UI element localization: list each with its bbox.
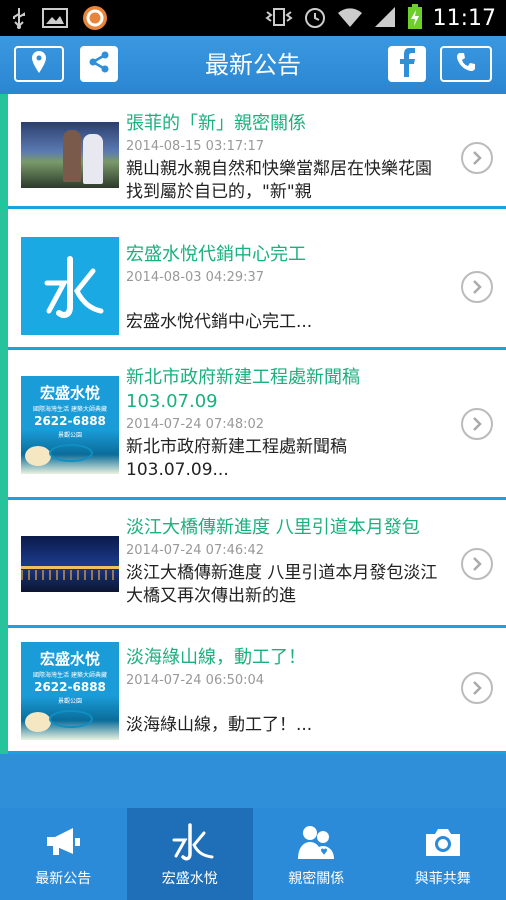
news-title: 淡海綠山線，動工了！ (126, 647, 306, 668)
bottom-tab-bar: 最新公告 宏盛水悅 親密關係 與菲共舞 (0, 808, 506, 900)
app-notification-icon (82, 5, 108, 35)
usb-icon (10, 6, 28, 34)
news-item[interactable]: 張菲的「新」親密關係 2014-08-15 03:17:17 親山親水親自然和快… (8, 94, 506, 209)
news-title: 宏盛水悅代銷中心完工 (126, 244, 306, 265)
news-item[interactable]: 淡江大橋傳新進度 八里引道本月發包 2014-07-24 07:46:42 淡江… (8, 500, 506, 628)
ad-subtitle: 國際海灣生活 建築大師典藏 (33, 672, 107, 679)
app-header: 最新公告 (0, 36, 506, 94)
ad-phone: 2622-6888 (34, 680, 106, 694)
news-title: 新北市政府新建工程處新聞稿103.07.09 (126, 367, 360, 412)
call-button[interactable] (440, 46, 492, 82)
tab-hongsheng[interactable]: 宏盛水悅 (126, 808, 253, 900)
news-date: 2014-07-24 07:46:42 (126, 543, 265, 558)
news-title: 淡江大橋傳新進度 八里引道本月發包 (126, 517, 420, 538)
ad-thumbnail: 宏盛水悅 國際海灣生活 建築大師典藏 2622-6888 景觀公園 (21, 376, 119, 474)
camera-icon (423, 826, 463, 862)
news-excerpt: 淡江大橋傳新進度 八里引道本月發包淡江大橋又再次傳出新的進 (126, 563, 438, 606)
wifi-icon (337, 6, 363, 32)
news-date: 2014-08-15 03:17:17 (126, 139, 265, 154)
ad-thumbnail: 宏盛水悅 國際海灣生活 建築大師典藏 2622-6888 景觀公園 (21, 642, 119, 740)
ad-tag: 景觀公園 (57, 432, 82, 439)
water-logo-icon (162, 822, 218, 866)
page-title: 最新公告 (205, 51, 301, 79)
tab-label: 宏盛水悅 (161, 871, 218, 887)
news-item[interactable]: 宏盛水悅 國際海灣生活 建築大師典藏 2622-6888 景觀公園 淡海綠山線，… (8, 628, 506, 754)
accent-bar (0, 94, 8, 754)
news-thumbnail (21, 536, 119, 592)
tab-latest-news[interactable]: 最新公告 (0, 808, 127, 900)
chevron-right-icon[interactable] (461, 672, 493, 704)
status-bar: 11:17 (0, 0, 506, 36)
water-logo-thumbnail (21, 237, 119, 335)
news-excerpt: 淡海綠山線，動工了！... (126, 715, 313, 735)
news-list: 張菲的「新」親密關係 2014-08-15 03:17:17 親山親水親自然和快… (0, 94, 506, 754)
facebook-button[interactable] (388, 46, 426, 82)
location-button[interactable] (14, 46, 64, 82)
facebook-icon (394, 47, 420, 81)
news-excerpt: 新北市政府新建工程處新聞稿103.07.09... (126, 437, 347, 480)
map-pin-icon (30, 50, 48, 78)
list-footer-band (0, 754, 506, 808)
ad-phone: 2622-6888 (34, 414, 106, 428)
tab-dance-with-fei[interactable]: 與菲共舞 (380, 808, 506, 900)
news-excerpt: 親山親水親自然和快樂當鄰居在快樂花園找到屬於自已的，"新"親 (126, 159, 432, 202)
ad-subtitle: 國際海灣生活 建築大師典藏 (33, 406, 107, 413)
vibrate-icon (264, 6, 293, 32)
alarm-icon (303, 5, 327, 33)
chevron-right-icon[interactable] (461, 548, 493, 580)
tab-label: 最新公告 (35, 871, 92, 887)
news-excerpt: 宏盛水悅代銷中心完工... (126, 312, 313, 332)
tab-label: 與菲共舞 (414, 871, 471, 887)
tab-label: 親密關係 (288, 871, 345, 887)
share-button[interactable] (80, 46, 118, 82)
news-item[interactable]: 宏盛水悅 國際海灣生活 建築大師典藏 2622-6888 景觀公園 新北市政府新… (8, 350, 506, 500)
chevron-right-icon[interactable] (461, 142, 493, 174)
chevron-right-icon[interactable] (461, 408, 493, 440)
ad-brand: 宏盛水悅 (39, 650, 100, 668)
chevron-right-icon[interactable] (461, 271, 493, 303)
ad-brand: 宏盛水悅 (39, 384, 100, 402)
news-date: 2014-08-03 04:29:37 (126, 270, 265, 285)
phone-icon (455, 51, 477, 77)
news-date: 2014-07-24 06:50:04 (126, 673, 265, 688)
news-thumbnail (21, 122, 119, 188)
news-title: 張菲的「新」親密關係 (126, 113, 306, 134)
megaphone-icon (43, 825, 83, 863)
share-icon (87, 50, 111, 78)
clock: 11:17 (432, 6, 496, 31)
news-item[interactable]: 宏盛水悅代銷中心完工 2014-08-03 04:29:37 宏盛水悅代銷中心完… (8, 209, 506, 350)
gallery-icon (42, 7, 68, 33)
ad-tag: 景觀公園 (57, 698, 82, 705)
signal-icon (373, 6, 397, 32)
couple-icon (296, 823, 336, 865)
battery-charging-icon (407, 4, 423, 34)
news-date: 2014-07-24 07:48:02 (126, 417, 265, 432)
tab-relationship[interactable]: 親密關係 (253, 808, 380, 900)
